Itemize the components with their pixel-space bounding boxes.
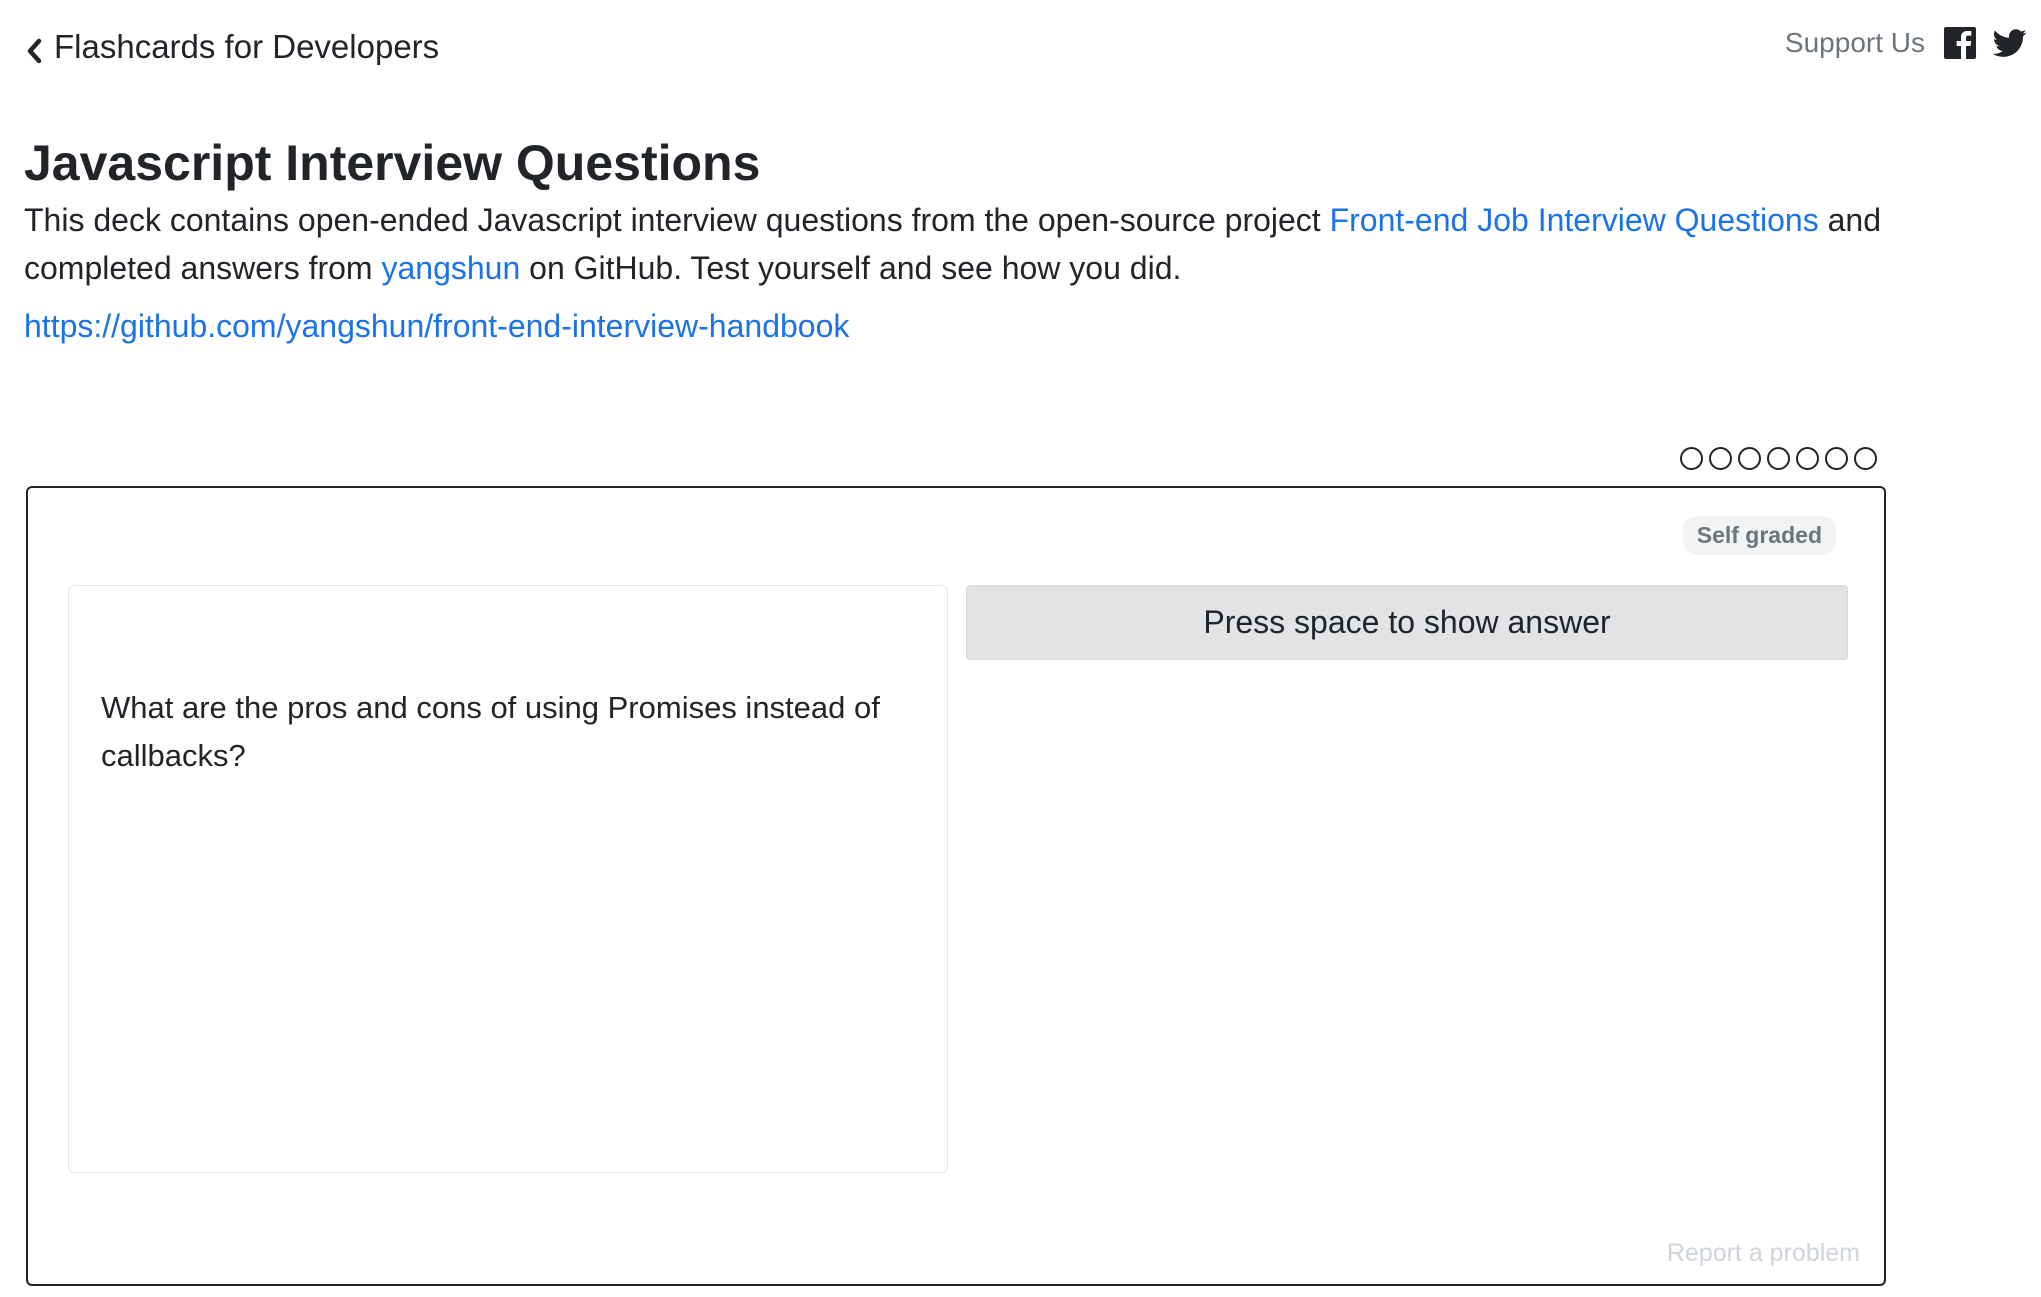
progress-dot [1854, 447, 1877, 470]
top-nav: Flashcards for Developers Support Us [0, 0, 2041, 100]
front-end-questions-link[interactable]: Front-end Job Interview Questions [1330, 202, 1819, 238]
page-title: Javascript Interview Questions [24, 135, 761, 191]
back-link-label: Flashcards for Developers [54, 28, 440, 65]
chevron-left-icon [26, 34, 42, 64]
repo-url-link[interactable]: https://github.com/yangshun/front-end-in… [24, 308, 849, 345]
report-problem-link[interactable]: Report a problem [1667, 1239, 1860, 1268]
progress-dot [1680, 447, 1703, 470]
progress-dot [1767, 447, 1790, 470]
progress-dots [1680, 447, 1877, 470]
flashcard: Self graded What are the pros and cons o… [26, 486, 1886, 1286]
self-graded-badge: Self graded [1682, 516, 1836, 555]
progress-dot [1738, 447, 1761, 470]
facebook-icon[interactable] [1943, 26, 1977, 60]
deck-description: This deck contains open-ended Javascript… [24, 196, 1904, 292]
social-links: Support Us [1785, 26, 2027, 60]
question-panel: What are the pros and cons of using Prom… [68, 585, 948, 1173]
progress-dot [1825, 447, 1848, 470]
back-to-decks-link[interactable]: Flashcards for Developers [26, 28, 439, 66]
show-answer-button[interactable]: Press space to show answer [966, 585, 1848, 660]
yangshun-link[interactable]: yangshun [381, 250, 520, 286]
twitter-icon[interactable] [1992, 26, 2027, 60]
support-us-link[interactable]: Support Us [1785, 27, 1925, 59]
question-text: What are the pros and cons of using Prom… [101, 690, 880, 773]
progress-dot [1796, 447, 1819, 470]
description-text-1: This deck contains open-ended Javascript… [24, 202, 1330, 238]
description-text-3: on GitHub. Test yourself and see how you… [520, 250, 1182, 286]
progress-dot [1709, 447, 1732, 470]
